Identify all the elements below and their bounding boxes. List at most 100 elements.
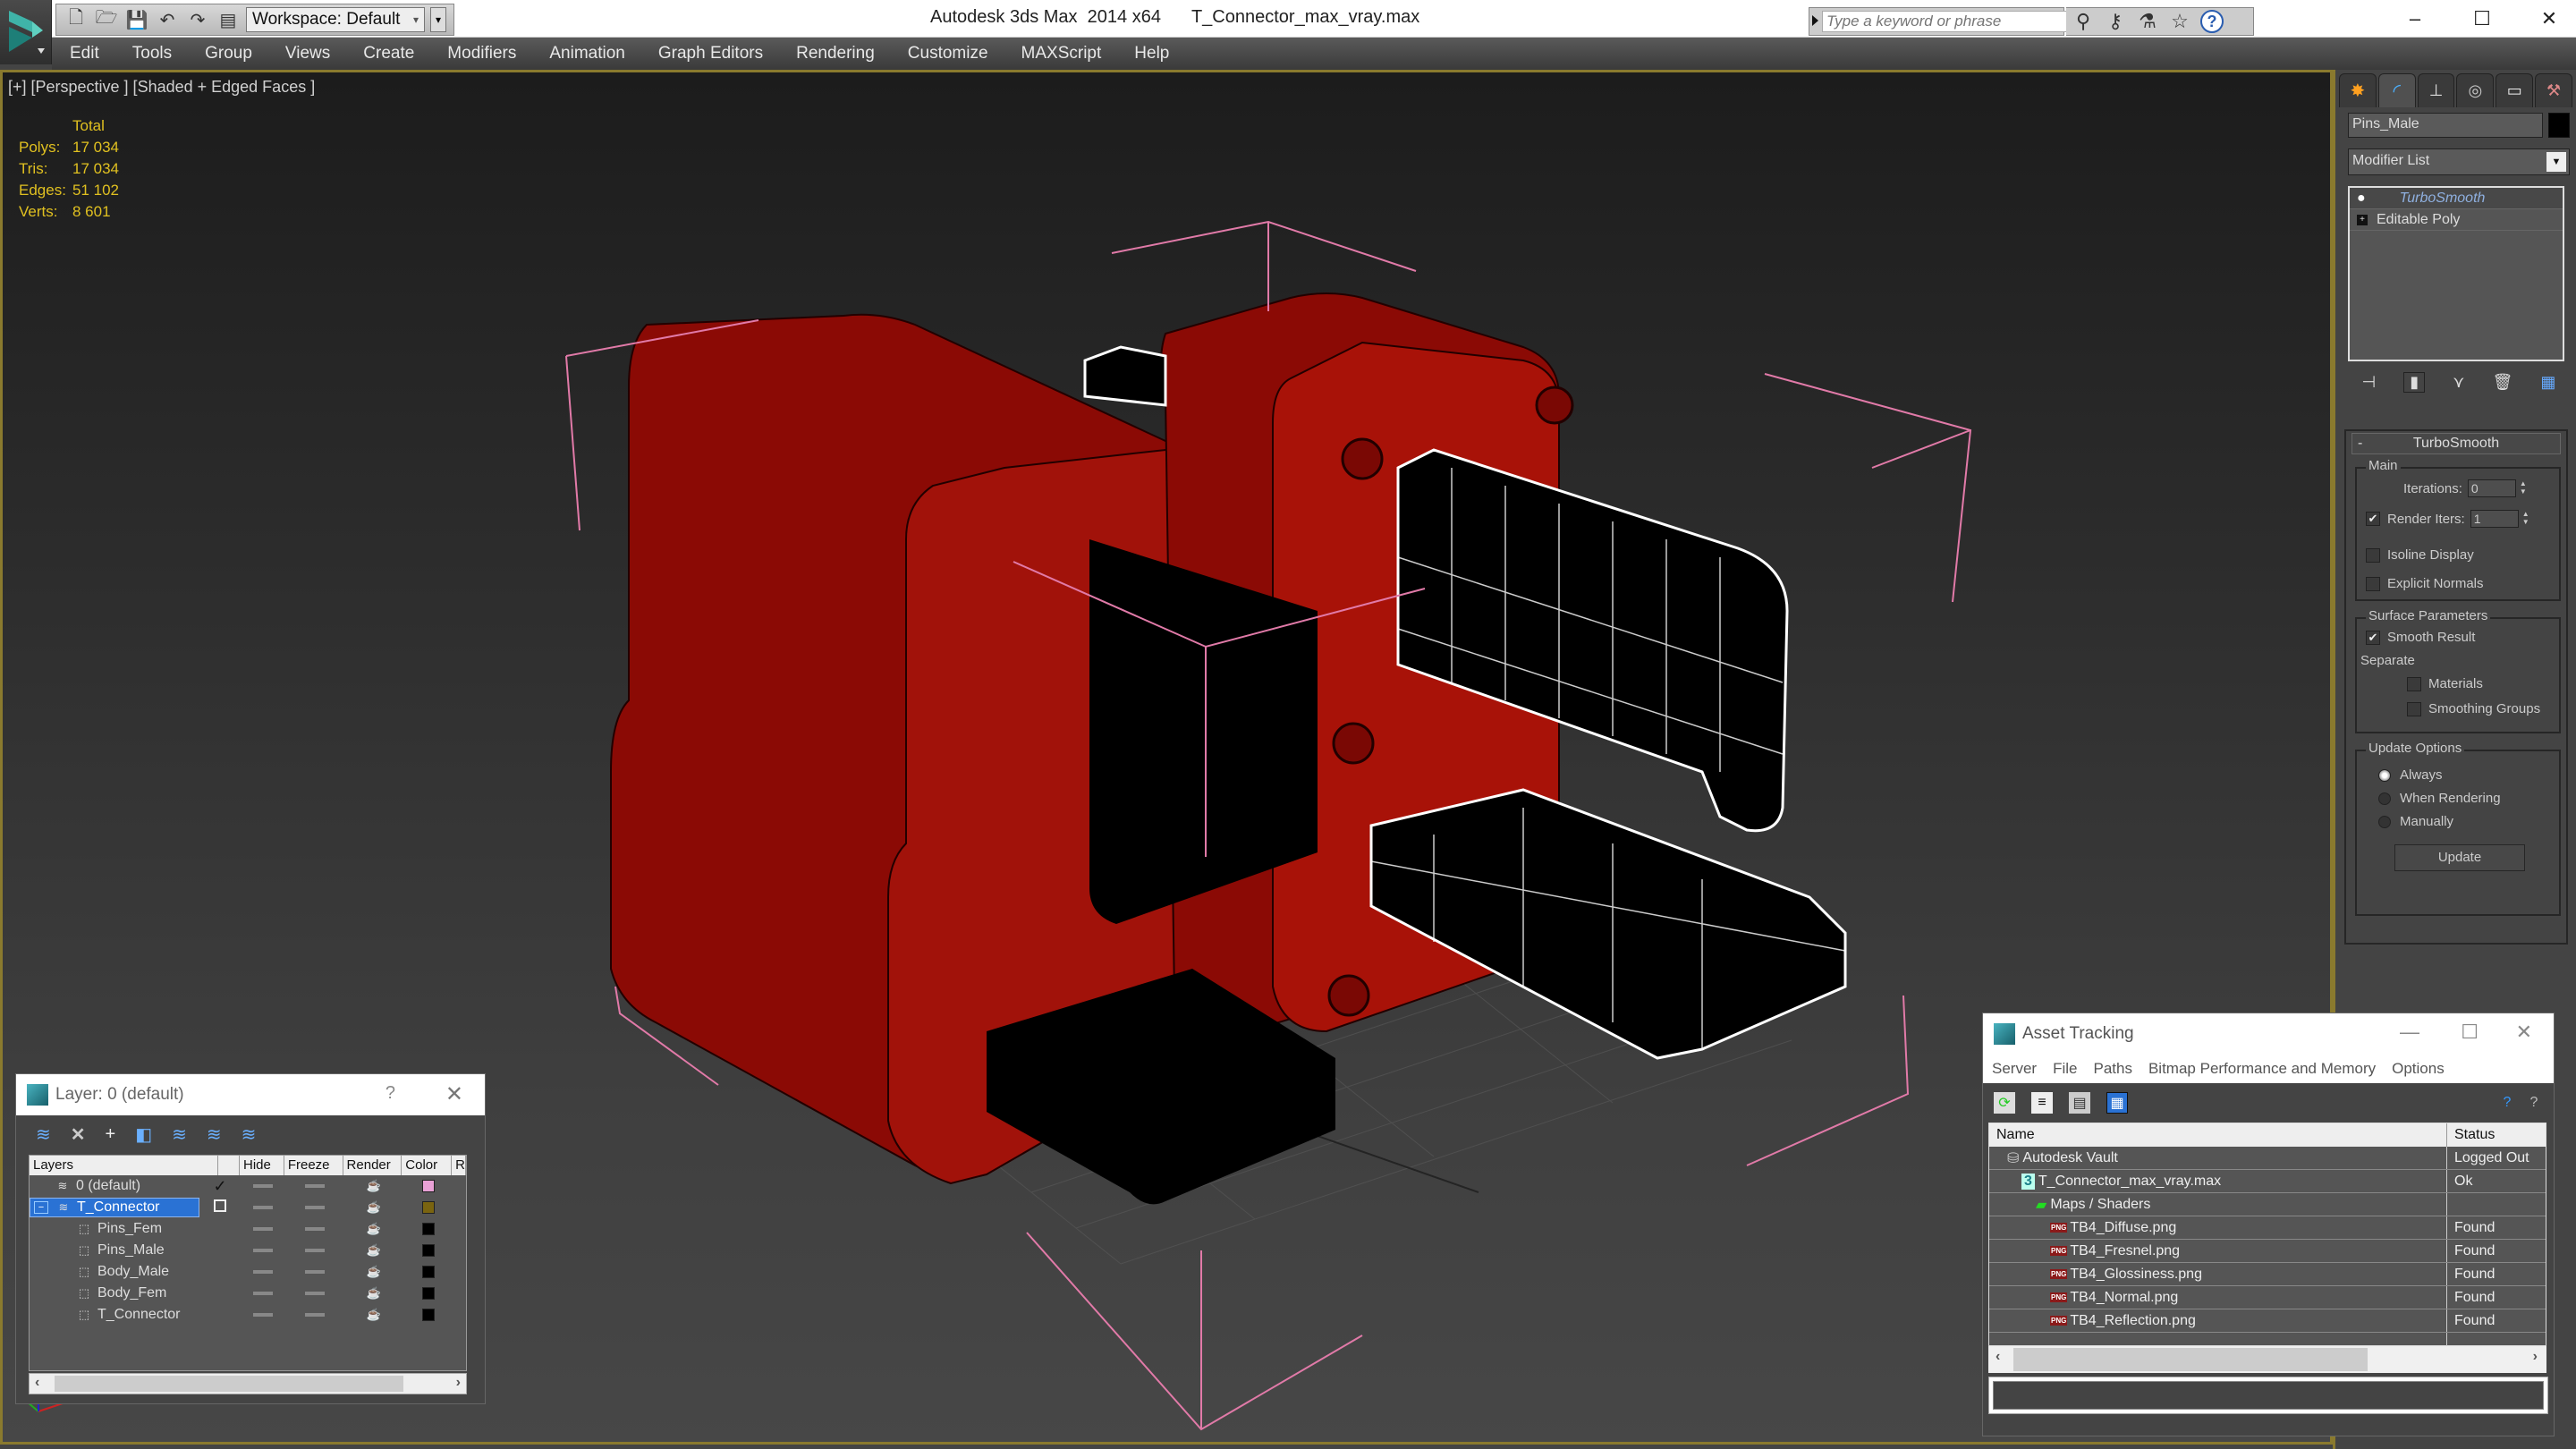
project-folder-icon[interactable]: ▤ [216,7,241,32]
isoline-display-checkbox[interactable] [2366,547,2380,563]
object-name-field[interactable]: Pins_Male [2348,113,2543,138]
tab-display[interactable]: ▭ [2496,73,2534,107]
close-button[interactable]: ✕ [445,1081,463,1107]
col-name[interactable]: Name [1989,1123,2447,1147]
expand-plus-icon[interactable]: + [2357,214,2368,225]
menu-group[interactable]: Group [205,44,252,64]
current-layer-toggle[interactable]: ✓ [199,1177,241,1196]
color-cell[interactable] [403,1266,453,1278]
layer-row[interactable]: − ≋ T_Connector ☕ [30,1197,466,1218]
favorites-star-icon[interactable]: ☆ [2168,10,2191,33]
key-icon[interactable]: ⚷ [2104,10,2127,33]
maximize-button[interactable]: ☐ [2455,4,2509,34]
render-toggle[interactable]: ☕ [344,1178,403,1194]
col-radiosity[interactable]: R [452,1156,467,1175]
stack-item-turbosmooth[interactable]: ● TurboSmooth [2350,188,2563,209]
asset-row[interactable]: PNG TB4_Reflection.png Found [1989,1309,2546,1333]
color-cell[interactable] [403,1309,453,1321]
select-objects-icon[interactable]: ◧ [135,1123,152,1146]
scroll-right-icon[interactable]: › [456,1375,461,1391]
add-to-layer-icon[interactable]: + [106,1124,116,1145]
scroll-thumb[interactable] [55,1376,403,1392]
help-button[interactable]: ? [386,1083,395,1104]
render-toggle[interactable]: ☕ [344,1264,403,1280]
freeze-toggle[interactable] [285,1270,344,1274]
render-toggle[interactable]: ☕ [344,1221,403,1237]
color-cell[interactable] [403,1201,453,1214]
render-toggle[interactable]: ☕ [344,1199,403,1216]
freeze-toggle[interactable] [285,1313,344,1317]
object-color-swatch[interactable] [2548,113,2570,138]
menu-help[interactable]: Help [1134,44,1169,64]
update-manually-radio[interactable] [2378,815,2391,828]
scroll-left-icon[interactable]: ‹ [35,1375,39,1391]
show-end-result-icon[interactable]: ▮ [2403,371,2426,393]
layer-row[interactable]: ⬚ Pins_Male ☕ [30,1240,466,1261]
menu-views[interactable]: Views [285,44,330,64]
viewport-label[interactable]: [+] [Perspective ] [Shaded + Edged Faces… [8,78,315,97]
spinner-arrows-icon[interactable]: ▲ ▼ [2521,510,2531,528]
separate-smoothing-groups-checkbox[interactable] [2407,701,2421,716]
table-view-icon[interactable]: ▦ [2106,1092,2128,1114]
close-button[interactable]: ✕ [2516,1021,2532,1044]
render-iters-checkbox[interactable]: ✔ [2366,512,2380,526]
new-file-icon[interactable]: 🗋 [64,7,89,32]
menu-create[interactable]: Create [363,44,414,64]
scroll-thumb[interactable] [2013,1348,2368,1371]
rollout-header[interactable]: - TurboSmooth [2351,433,2561,454]
create-layer-icon[interactable]: ≋ [36,1123,51,1146]
menu-customize[interactable]: Customize [908,44,988,64]
layer-name-cell[interactable]: ⬚ Pins_Male [30,1241,199,1260]
close-button[interactable]: ✕ [2522,4,2576,34]
col-current[interactable] [218,1156,241,1175]
communication-center-icon[interactable]: ⚗ [2136,10,2159,33]
layer-name-cell[interactable]: ⬚ T_Connector [30,1305,199,1325]
hide-toggle[interactable] [241,1227,285,1231]
col-layers[interactable]: Layers [30,1156,219,1175]
update-button[interactable]: Update [2394,844,2525,871]
minimize-button[interactable]: — [2400,1021,2419,1044]
stack-item-editable-poly[interactable]: + Editable Poly [2350,209,2563,231]
layer-name-cell[interactable]: ≋ 0 (default) [30,1176,199,1196]
asset-row[interactable]: PNG TB4_Glossiness.png Found [1989,1263,2546,1286]
asset-menu-bitmap-performance[interactable]: Bitmap Performance and Memory [2148,1060,2376,1078]
asset-row[interactable]: 3 T_Connector_max_vray.max Ok [1989,1170,2546,1193]
spinner-arrows-icon[interactable]: ▲ ▼ [2518,479,2529,497]
horizontal-scrollbar[interactable]: ‹ › [1988,1346,2546,1373]
context-help-icon[interactable]: ? [2523,1092,2545,1114]
menu-edit[interactable]: Edit [70,44,99,64]
render-toggle[interactable]: ☕ [344,1242,403,1258]
undo-icon[interactable]: ↶ [155,7,180,32]
asset-row[interactable]: PNG TB4_Fresnel.png Found [1989,1240,2546,1263]
dialog-titlebar[interactable]: Layer: 0 (default) ? ✕ [16,1074,485,1115]
col-status[interactable]: Status [2447,1123,2495,1147]
layer-row[interactable]: ⬚ T_Connector ☕ [30,1304,466,1326]
render-toggle[interactable]: ☕ [344,1285,403,1301]
tab-create[interactable]: ✸ [2339,73,2377,107]
menu-animation[interactable]: Animation [549,44,625,64]
save-file-icon[interactable]: 💾 [124,7,149,32]
asset-name-cell[interactable]: ▰ Maps / Shaders [1989,1193,2447,1216]
asset-name-cell[interactable]: PNG TB4_Diffuse.png [1989,1216,2447,1239]
tab-motion[interactable]: ◎ [2456,73,2495,107]
freeze-toggle[interactable] [285,1249,344,1252]
freeze-toggle[interactable] [285,1184,344,1188]
remove-modifier-icon[interactable]: 🗑 [2493,373,2513,392]
explicit-normals-checkbox[interactable] [2366,576,2380,591]
workspace-select[interactable]: Workspace: Default ▾ [246,7,425,32]
hide-toggle[interactable] [241,1249,285,1252]
update-when-rendering-radio[interactable] [2378,792,2391,805]
list-view-icon[interactable]: ≡ [2031,1092,2053,1114]
menu-graph-editors[interactable]: Graph Editors [658,44,763,64]
layer-row[interactable]: ⬚ Pins_Fem ☕ [30,1218,466,1240]
redo-icon[interactable]: ↷ [185,7,210,32]
layer-name-cell[interactable]: − ≋ T_Connector [30,1198,199,1217]
render-toggle[interactable]: ☕ [344,1307,403,1323]
hide-toggle[interactable] [241,1206,285,1209]
separate-materials-checkbox[interactable] [2407,676,2421,691]
search-input[interactable] [1822,11,2083,32]
tree-view-icon[interactable]: ▤ [2069,1092,2090,1114]
layer-row[interactable]: ≋ 0 (default) ✓ ☕ [30,1175,466,1197]
pin-stack-icon[interactable]: ⊣ [2362,373,2377,392]
modifier-list-dropdown[interactable]: Modifier List ▼ [2348,148,2570,175]
